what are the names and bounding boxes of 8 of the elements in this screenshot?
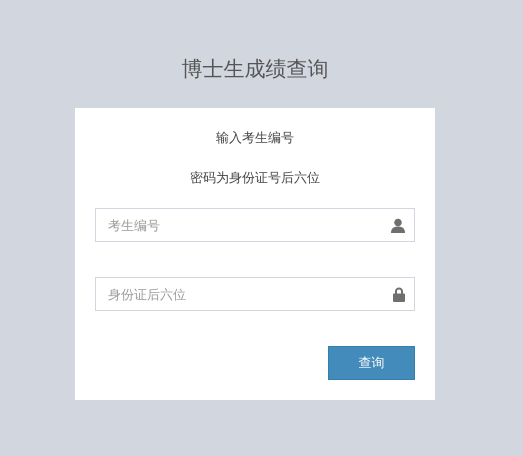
- lock-icon: [393, 287, 405, 302]
- page-title: 博士生成绩查询: [182, 57, 328, 83]
- instruction-text: 输入考生编号: [216, 129, 294, 147]
- query-button[interactable]: 查询: [328, 346, 415, 380]
- input-field[interactable]: 身份证后六位: [95, 277, 415, 311]
- user-icon: [391, 218, 405, 233]
- instruction-text: 密码为身份证号后六位: [190, 169, 320, 187]
- input-field[interactable]: 考生编号: [95, 208, 415, 242]
